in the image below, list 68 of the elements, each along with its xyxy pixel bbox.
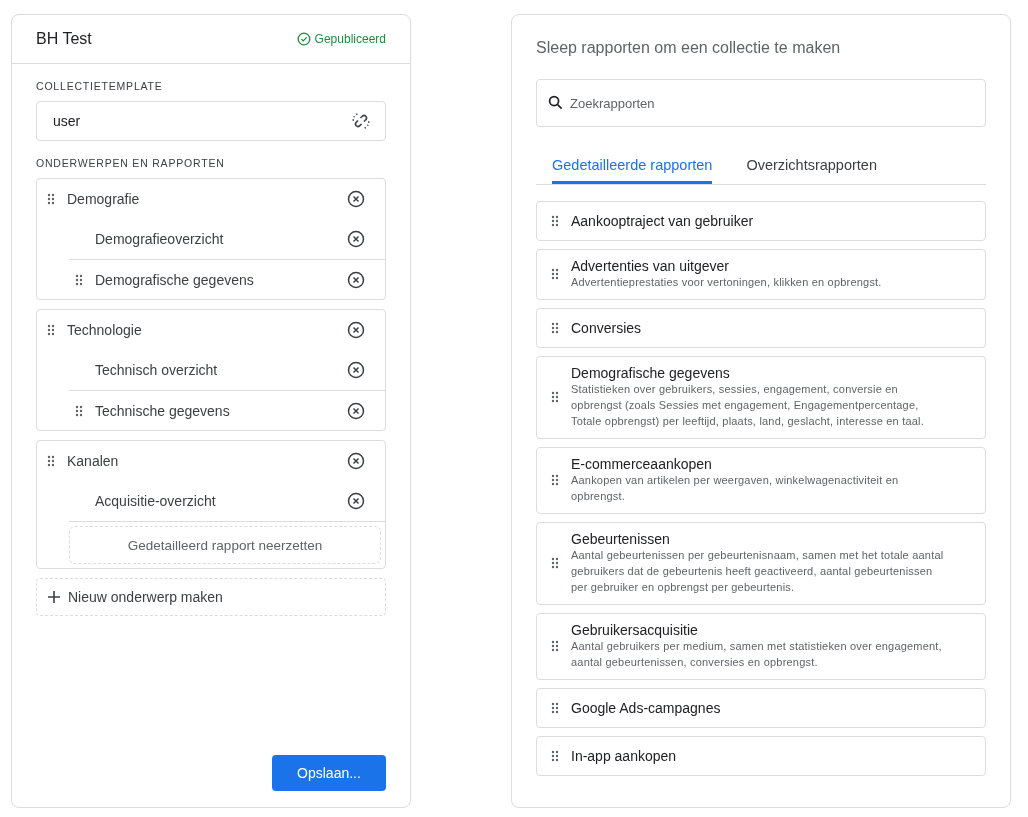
report-description: Aantal gebruikers per medium, samen met statistieken over engagement, aantal gebeurtenissen, conversies en opbrengst. <box>571 639 943 670</box>
report-title: Google Ads-campagnes <box>571 699 721 716</box>
report-title: Demografische gegevens <box>571 365 731 381</box>
remove-icon[interactable] <box>347 270 365 289</box>
search-field[interactable]: Zoekrapporten <box>536 79 986 127</box>
remove-icon[interactable] <box>347 361 365 379</box>
drag-handle-icon[interactable] <box>47 324 55 336</box>
drag-handle-icon[interactable] <box>47 455 55 467</box>
report-card[interactable]: E-commerceaankopen Aankopen van artikelen per weergaven, winkelwagenactiviteit en opbrengst. <box>536 447 986 514</box>
drag-handle-icon[interactable] <box>75 404 83 417</box>
status-label: Gepubliceerd <box>296 32 386 46</box>
report-title: Advertenties van uitgever <box>571 258 730 274</box>
collection-title: BH Test <box>36 30 92 48</box>
report-name: Demografieoverzicht <box>95 231 225 247</box>
drag-handle-icon[interactable] <box>551 474 559 486</box>
report-card[interactable]: Google Ads-campagnes <box>536 688 986 728</box>
drag-handle-icon[interactable] <box>551 391 559 403</box>
drag-handle-icon[interactable] <box>551 749 559 762</box>
drop-zone[interactable]: Gedetailleerd rapport neerzetten <box>69 526 381 564</box>
check-circle-icon <box>296 32 311 46</box>
report-card[interactable]: Conversies <box>536 308 986 348</box>
new-topic-button[interactable]: Nieuw onderwerp maken <box>36 578 386 616</box>
plus-icon <box>47 590 61 604</box>
report-card[interactable]: In-app aankopen <box>536 736 986 776</box>
tab[interactable]: Overzichtsrapporten <box>746 151 877 184</box>
drag-handle-icon[interactable] <box>551 214 559 227</box>
topic-name: Demografie <box>67 191 141 207</box>
drag-handle-icon[interactable] <box>551 321 559 334</box>
section-label: ONDERWERPEN EN RAPPORTEN <box>36 157 226 169</box>
report-name: Technisch overzicht <box>95 362 219 378</box>
section-label: COLLECTIETEMPLATE <box>36 80 164 92</box>
report-title: E-commerceaankopen <box>571 456 713 472</box>
report-description: Advertentieprestaties voor vertoningen, klikken en opbrengst. <box>571 275 882 290</box>
drag-handle-icon[interactable] <box>551 640 559 652</box>
report-title: Gebruikersacquisitie <box>571 622 699 638</box>
report-title: In-app aankopen <box>571 747 677 764</box>
remove-icon[interactable] <box>347 401 365 420</box>
report-name: Technische gegevens <box>95 402 231 419</box>
topic-name: Kanalen <box>67 453 120 469</box>
report-description: Aankopen van artikelen per weergaven, winkelwagenactiviteit en opbrengst. <box>571 473 900 504</box>
report-card[interactable] <box>536 356 986 439</box>
remove-icon[interactable] <box>347 492 365 510</box>
topic-name: Technologie <box>67 322 143 338</box>
save-button[interactable]: Opslaan... <box>272 755 386 791</box>
report-card[interactable]: Gebruikersacquisitie Aantal gebruikers per medium, samen met statistieken over engagement, aantal gebeurtenissen, conversies en opbrengst. <box>536 613 986 680</box>
broken-link-icon[interactable] <box>351 111 371 131</box>
panel-heading: Sleep rapporten om een collectie te maken <box>536 39 842 57</box>
remove-icon[interactable] <box>347 230 365 248</box>
report-name: Demografische gegevens <box>95 271 255 288</box>
template-field[interactable]: user <box>36 101 386 141</box>
report-card[interactable]: Gebeurtenissen Aantal gebeurtenissen per gebeurtenisnaam, samen met het totale aantal gebruikers dat de gebeurtenis heeft geactiveerd, aantal gebeurtenissen per gebruiker en opbrengst per gebeurtenis. <box>536 522 986 605</box>
report-title: Conversies <box>571 319 642 336</box>
report-name: Acquisitie-overzicht <box>95 493 217 509</box>
remove-icon[interactable] <box>347 190 365 208</box>
report-description: Aantal gebeurtenissen per gebeurtenisnaam, samen met het totale aantal gebruikers dat de gebeurtenis heeft geactiveerd, aantal gebeurtenissen per gebruiker en opbrengst per gebeurtenis. <box>571 548 945 595</box>
drag-handle-icon[interactable] <box>551 268 559 280</box>
drag-handle-icon[interactable] <box>47 193 55 205</box>
tab[interactable]: Gedetailleerde rapporten <box>552 151 713 184</box>
report-description: Statistieken over gebruikers, sessies, engagement, conversie en opbrengst (zoals Sessies met engagement, Engagementpercentage, Totale opbrengst) per leeftijd, plaats, land, geslacht, interesse en taal. <box>571 382 925 429</box>
remove-icon[interactable] <box>347 452 365 470</box>
report-card[interactable]: Advertenties van uitgever Advertentieprestaties voor vertoningen, klikken en opbrengst. <box>536 249 986 300</box>
drag-handle-icon[interactable] <box>75 273 83 286</box>
drag-handle-icon[interactable] <box>551 701 559 714</box>
report-card[interactable]: Aankooptraject van gebruiker <box>536 201 986 241</box>
drag-handle-icon[interactable] <box>551 557 559 569</box>
remove-icon[interactable] <box>347 321 365 339</box>
report-title: Gebeurtenissen <box>571 531 671 547</box>
report-title: Aankooptraject van gebruiker <box>571 212 754 229</box>
